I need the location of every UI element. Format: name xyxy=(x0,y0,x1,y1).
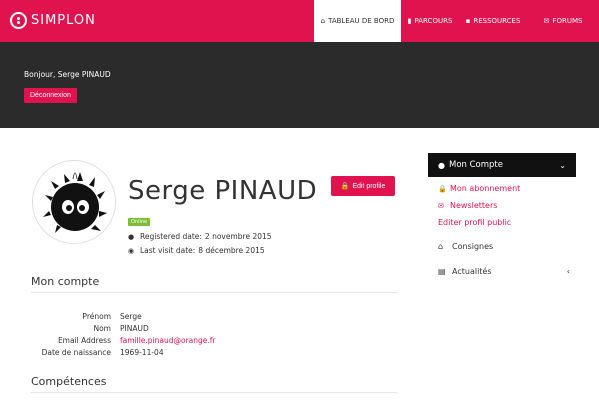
nav-ressources[interactable]: ▪ RESSOURCES xyxy=(459,0,527,42)
simplon-logo[interactable]: SIMPLON xyxy=(10,12,96,29)
account-section-title: Mon compte xyxy=(31,275,100,288)
last-visit-value: 8 décembre 2015 xyxy=(198,246,265,255)
registered-date: ● Registered date: 2 novembre 2015 xyxy=(128,232,272,241)
account-row: Email Address famille.pinaud@orange.fr xyxy=(31,336,216,345)
sidebar-link-editer-profil[interactable]: Editer profil public xyxy=(438,218,511,227)
comments-icon: ✉ xyxy=(543,17,550,25)
field-label: Date de naissance xyxy=(41,348,111,357)
simplon-logo-icon xyxy=(10,12,27,29)
nav-parcours[interactable]: ▮ PARCOURS xyxy=(401,0,459,42)
home-icon: ⌂ xyxy=(320,17,326,25)
greeting-text: Bonjour, Serge PINAUD xyxy=(24,70,111,79)
nav-label: TABLEAU DE BORD xyxy=(328,17,395,25)
nav-label: PARCOURS xyxy=(414,17,453,25)
bank-icon: ⌂ xyxy=(438,242,444,251)
field-value: Serge xyxy=(120,312,142,321)
brand-name: SIMPLON xyxy=(31,13,96,28)
sidebar-link-label: Editer profil public xyxy=(438,218,512,227)
sidebar-item-label: Consignes xyxy=(452,242,494,251)
account-row: Nom PINAUD xyxy=(31,324,149,333)
avatar xyxy=(32,160,116,244)
eye-icon: ◉ xyxy=(128,246,135,255)
sidebar-link-label: Newsletters xyxy=(450,201,498,210)
nav-label: RESSOURCES xyxy=(473,17,521,25)
sidebar-header-label: Mon Compte xyxy=(448,160,503,170)
edit-profile-button[interactable]: 🔒 Edit profile xyxy=(331,176,395,196)
divider xyxy=(31,292,397,293)
last-visit-date: ◉ Last visit date: 8 décembre 2015 xyxy=(128,246,265,255)
field-label: Nom xyxy=(93,324,111,333)
field-value: PINAUD xyxy=(120,324,149,333)
account-row: Date de naissance 1969-11-04 xyxy=(31,348,164,357)
avatar-image xyxy=(33,161,115,243)
nav-label: FORUMS xyxy=(552,17,583,25)
book-icon: ▮ xyxy=(407,17,412,25)
user-header-band: Bonjour, Serge PINAUD Déconnexion xyxy=(0,42,599,128)
lock-icon: 🔒 xyxy=(438,184,447,193)
sidebar-item-label: Actualités xyxy=(452,267,492,276)
nav-tableau-de-bord[interactable]: ⌂ TABLEAU DE BORD xyxy=(314,0,401,42)
sidebar-item-consignes[interactable]: ⌂ Consignes xyxy=(438,242,570,251)
newspaper-icon: ▤ xyxy=(438,267,446,276)
main-nav: ⌂ TABLEAU DE BORD ▮ PARCOURS ▪ RESSOURCE… xyxy=(314,0,599,42)
account-row: Prénom Serge xyxy=(31,312,142,321)
box-icon: ▪ xyxy=(465,17,471,25)
registered-label: Registered date: xyxy=(140,232,202,241)
envelope-icon: ✉ xyxy=(438,201,444,210)
divider xyxy=(31,392,397,393)
online-status-badge: Online xyxy=(128,218,151,226)
sidebar-link-abonnement[interactable]: 🔒 Mon abonnement xyxy=(438,184,520,193)
top-navbar: SIMPLON ⌂ TABLEAU DE BORD ▮ PARCOURS ▪ R… xyxy=(0,0,599,42)
field-label: Email Address xyxy=(57,336,111,345)
field-label: Prénom xyxy=(82,312,111,321)
user-icon: ● xyxy=(128,232,135,241)
sidebar-link-newsletters[interactable]: ✉ Newsletters xyxy=(438,201,497,210)
logout-button[interactable]: Déconnexion xyxy=(24,88,77,103)
field-value: 1969-11-04 xyxy=(120,348,164,357)
user-icon: ● xyxy=(438,160,445,170)
chevron-down-icon: ⌄ xyxy=(559,160,566,170)
email-link[interactable]: famille.pinaud@orange.fr xyxy=(120,336,216,345)
profile-name: Serge PINAUD xyxy=(128,176,318,206)
sidebar-item-actualites[interactable]: ▤ Actualités ‹ xyxy=(438,267,570,276)
nav-forums[interactable]: ✉ FORUMS xyxy=(527,0,599,42)
last-visit-label: Last visit date: xyxy=(140,246,196,255)
sidebar-account-header[interactable]: ● Mon Compte ⌄ xyxy=(428,153,576,177)
lock-icon: 🔒 xyxy=(340,183,350,190)
edit-profile-label: Edit profile xyxy=(352,182,386,190)
chevron-left-icon: ‹ xyxy=(566,267,570,276)
sidebar-link-label: Mon abonnement xyxy=(450,184,521,193)
skills-section-title: Compétences xyxy=(31,375,107,388)
registered-value: 2 novembre 2015 xyxy=(204,232,272,241)
